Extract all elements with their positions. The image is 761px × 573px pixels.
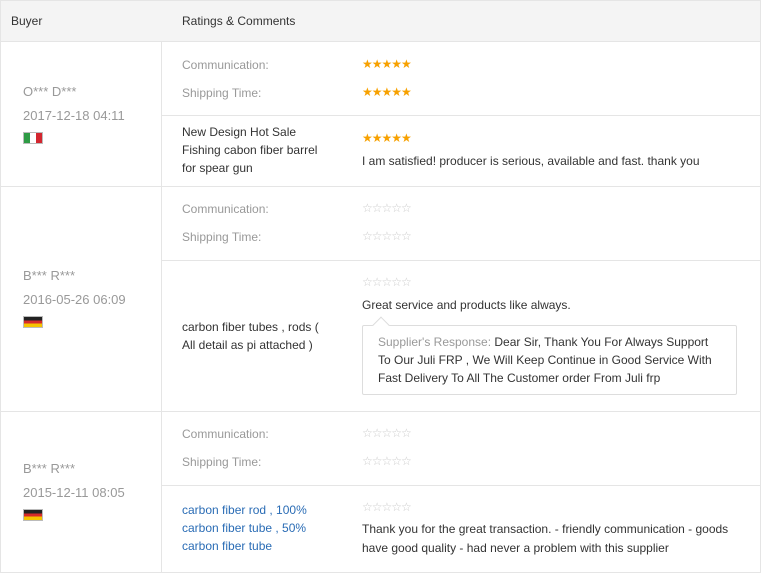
ratings-block: Communication: ☆☆☆☆☆ Shipping Time: ☆☆☆☆…: [162, 187, 760, 260]
product-block: New Design Hot Sale Fishing cabon fiber …: [162, 115, 760, 186]
buyer-name: B*** R***: [23, 461, 76, 476]
supplier-response-line: Fast Delivery To All The Customer order …: [378, 371, 661, 385]
review-row: B*** R*** 2016-05-26 06:09 Communication…: [1, 187, 760, 412]
product-link[interactable]: carbon fiber tube , 50%: [182, 519, 332, 537]
communication-stars: ★★★★★: [362, 57, 412, 71]
review-comment: Great service and products like always.: [362, 298, 571, 312]
italy-flag-icon: [23, 132, 43, 144]
product-name: carbon fiber tubes , rods ( All detail a…: [182, 320, 319, 352]
product-name: New Design Hot Sale Fishing cabon fiber …: [182, 125, 318, 175]
shipping-label: Shipping Time:: [182, 455, 262, 469]
ratings-block: Communication: ★★★★★ Shipping Time: ★★★★…: [162, 42, 760, 115]
buyer-cell: O*** D*** 2017-12-18 04:11: [1, 42, 162, 186]
shipping-label: Shipping Time:: [182, 230, 262, 244]
review-comment: I am satisfied! producer is serious, ava…: [362, 154, 700, 168]
response-pointer: [372, 316, 390, 334]
supplier-response-line: Dear Sir, Thank You For Always Support: [491, 335, 709, 349]
product-block: carbon fiber rod , 100% carbon fiber tub…: [162, 485, 760, 572]
shipping-stars: ☆☆☆☆☆: [362, 454, 412, 468]
product-block: carbon fiber tubes , rods ( All detail a…: [162, 260, 760, 411]
product-link[interactable]: carbon fiber tube: [182, 537, 332, 555]
communication-label: Communication:: [182, 427, 269, 441]
table-header: Buyer Ratings & Comments: [1, 1, 760, 42]
review-row: B*** R*** 2015-12-11 08:05 Communication…: [1, 412, 760, 572]
communication-stars: ☆☆☆☆☆: [362, 201, 412, 215]
supplier-response-label: Supplier's Response:: [378, 335, 492, 349]
buyer-name: O*** D***: [23, 84, 77, 99]
shipping-stars: ★★★★★: [362, 85, 412, 99]
shipping-stars: ☆☆☆☆☆: [362, 229, 412, 243]
communication-label: Communication:: [182, 202, 269, 216]
product-stars: ★★★★★: [362, 131, 412, 145]
product-stars: ☆☆☆☆☆: [362, 275, 412, 289]
supplier-response-line: To Our Juli FRP , We Will Keep Continue …: [378, 353, 712, 367]
feedback-table: Buyer Ratings & Comments O*** D*** 2017-…: [0, 0, 761, 573]
ratings-column-header: Ratings & Comments: [182, 14, 296, 28]
germany-flag-icon: [23, 509, 43, 521]
review-row: O*** D*** 2017-12-18 04:11 Communication…: [1, 42, 760, 187]
supplier-response: Supplier's Response: Dear Sir, Thank You…: [362, 316, 737, 395]
buyer-cell: B*** R*** 2015-12-11 08:05: [1, 412, 162, 572]
review-date: 2016-05-26 06:09: [23, 292, 126, 307]
product-links: carbon fiber rod , 100% carbon fiber tub…: [182, 501, 332, 555]
buyer-name: B*** R***: [23, 268, 76, 283]
product-stars: ☆☆☆☆☆: [362, 500, 412, 514]
buyer-cell: B*** R*** 2016-05-26 06:09: [1, 187, 162, 411]
communication-label: Communication:: [182, 58, 269, 72]
product-link[interactable]: carbon fiber rod , 100%: [182, 501, 332, 519]
buyer-column-header: Buyer: [11, 14, 43, 28]
review-date: 2015-12-11 08:05: [23, 485, 125, 500]
review-comment: Thank you for the great transaction. - f…: [362, 522, 729, 555]
review-date: 2017-12-18 04:11: [23, 108, 125, 123]
communication-stars: ☆☆☆☆☆: [362, 426, 412, 440]
shipping-label: Shipping Time:: [182, 86, 262, 100]
ratings-block: Communication: ☆☆☆☆☆ Shipping Time: ☆☆☆☆…: [162, 412, 760, 485]
germany-flag-icon: [23, 316, 43, 328]
